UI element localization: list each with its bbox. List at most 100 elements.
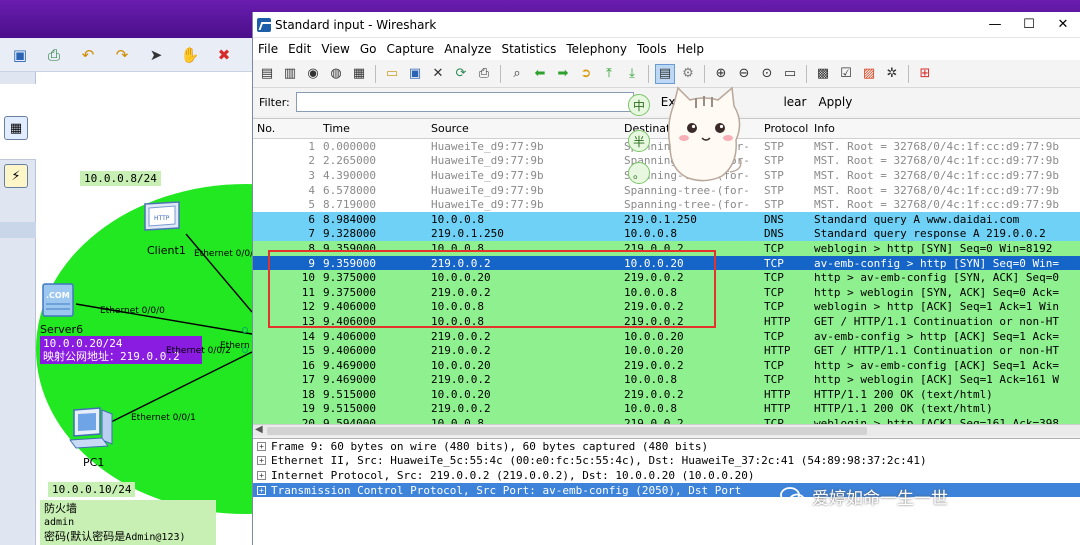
close-button[interactable]: ✕ [1046, 17, 1080, 32]
find-icon[interactable]: ⌕ [507, 64, 527, 84]
first-packet-icon[interactable]: ⤒ [599, 64, 619, 84]
menu-go[interactable]: Go [355, 42, 382, 56]
zoom-out-icon[interactable]: ⊖ [734, 64, 754, 84]
delete-icon[interactable]: ✖ [214, 45, 234, 65]
watermark-text: 爱婷如命一生一世 [812, 489, 948, 509]
print-file-icon[interactable]: ⎙ [474, 64, 494, 84]
restart-capture-icon[interactable]: ▦ [349, 64, 369, 84]
packet-protocol: TCP [764, 300, 784, 314]
start-capture-icon[interactable]: ◉ [303, 64, 323, 84]
packet-details[interactable]: + Frame 9: 60 bytes on wire (480 bits), 6… [253, 438, 1080, 545]
menu-view[interactable]: View [316, 42, 354, 56]
packet-row[interactable]: 16 9.469000 10.0.0.20 219.0.0.2 TCP http > av… [253, 357, 1080, 373]
packet-info: av-emb-config > http [ACK] Seq=1 Ack= [814, 329, 1060, 343]
firewall-name: 防火墙 [44, 502, 77, 515]
menu-statistics[interactable]: Statistics [496, 42, 561, 56]
subnet-top-label: 10.0.0.8/24 [80, 171, 161, 186]
packet-row[interactable]: 15 9.406000 219.0.0.2 10.0.0.20 HTTP GET / HT… [253, 343, 1080, 358]
resize-columns-icon[interactable]: ▭ [780, 64, 800, 84]
packet-row[interactable]: 18 9.515000 10.0.0.20 219.0.0.2 HTTP HTTP/1.1… [253, 387, 1080, 402]
col-info[interactable]: Info [810, 122, 1080, 135]
col-no[interactable]: No. [253, 122, 319, 135]
packet-source: 219.0.0.2 [431, 344, 491, 358]
go-back-icon[interactable]: ⬅ [530, 64, 550, 84]
packet-list-hscrollbar[interactable]: ◀ [253, 424, 1080, 436]
toolbar-separator [908, 64, 909, 83]
undo-icon[interactable]: ↶ [78, 45, 98, 65]
clear-button[interactable]: lear [780, 95, 809, 109]
scroll-thumb[interactable] [267, 427, 867, 435]
packet-row[interactable]: 6 8.984000 10.0.0.8 219.0.1.250 DNS Standard … [253, 211, 1080, 227]
menu-help[interactable]: Help [672, 42, 709, 56]
display-filters-icon[interactable]: ☑ [836, 64, 856, 84]
interfaces-icon[interactable]: ▤ [257, 64, 277, 84]
pc-device[interactable] [68, 406, 118, 455]
stop-capture-icon[interactable]: ◍ [326, 64, 346, 84]
wechat-icon [780, 486, 805, 506]
detail-row-selected[interactable]: + Transmission Control Protocol, Src Port… [253, 482, 1080, 498]
packet-time: 9.515000 [323, 402, 376, 416]
router-icon[interactable]: ▦ [4, 116, 28, 140]
detail-row[interactable]: + Frame 9: 60 bytes on wire (480 bits), 6… [253, 439, 1080, 454]
toolbar-separator [375, 64, 376, 83]
packet-protocol: HTTP [764, 344, 791, 358]
help-icon[interactable]: ⊞ [915, 64, 935, 84]
menu-capture[interactable]: Capture [381, 42, 439, 56]
preferences-icon[interactable]: ✲ [882, 64, 902, 84]
normal-size-icon[interactable]: ⊙ [757, 64, 777, 84]
coloring-rules-icon[interactable]: ▨ [859, 64, 879, 84]
toolbar-separator [704, 64, 705, 83]
save-icon[interactable]: ▣ [10, 45, 30, 65]
close-file-icon[interactable]: ✕ [428, 64, 448, 84]
menu-tools[interactable]: Tools [632, 42, 672, 56]
print-icon[interactable]: ⎙ [44, 45, 64, 65]
power-icon[interactable]: ⚡ [4, 164, 28, 188]
client-device[interactable]: HTTP [139, 200, 183, 243]
col-time[interactable]: Time [319, 122, 427, 135]
detail-row[interactable]: + Ethernet II, Src: HuaweiTe_5c:55:4c (00… [253, 454, 1080, 469]
expand-icon[interactable]: + [257, 485, 266, 495]
colorize-icon[interactable]: ▤ [655, 63, 675, 84]
packet-time: 9.515000 [323, 387, 376, 401]
packet-row[interactable]: 14 9.406000 219.0.0.2 10.0.0.20 TCP av-emb-co… [253, 328, 1080, 344]
capture-filters-icon[interactable]: ▩ [813, 64, 833, 84]
packet-row[interactable]: 7 9.328000 219.0.1.250 10.0.0.8 DNS Standard … [253, 226, 1080, 242]
packet-time: 6.578000 [323, 183, 376, 197]
zoom-in-icon[interactable]: ⊕ [711, 64, 731, 84]
detail-row[interactable]: + Internet Protocol, Src: 219.0.0.2 (219.… [253, 468, 1080, 483]
apply-button[interactable]: Apply [815, 95, 855, 109]
auto-scroll-icon[interactable]: ⚙ [678, 64, 698, 84]
toolbar-separator [806, 64, 807, 83]
menu-telephony[interactable]: Telephony [561, 42, 632, 56]
scroll-left-icon[interactable]: ◀ [255, 424, 263, 435]
expand-icon[interactable]: + [257, 456, 266, 466]
reload-icon[interactable]: ⟳ [451, 64, 471, 84]
capture-options-icon[interactable]: ▥ [280, 64, 300, 84]
go-forward-icon[interactable]: ➡ [553, 64, 573, 84]
pointer-icon[interactable]: ➤ [146, 45, 166, 65]
packet-row[interactable]: 5 8.719000 HuaweiTe_d9:77:9b Spanning-tree-… [253, 197, 1080, 212]
expand-icon[interactable]: + [257, 470, 266, 480]
packet-no: 7 [308, 227, 315, 241]
last-packet-icon[interactable]: ⤓ [622, 64, 642, 84]
menu-edit[interactable]: Edit [283, 42, 316, 56]
packet-row[interactable]: 19 9.515000 219.0.0.2 10.0.0.8 HTTP HTTP/1.1 … [253, 401, 1080, 417]
packet-time: 9.328000 [323, 227, 376, 241]
menu-analyze[interactable]: Analyze [439, 42, 496, 56]
minimize-button[interactable]: — [978, 17, 1012, 32]
server-device[interactable]: .COM [41, 282, 77, 323]
menu-file[interactable]: File [253, 42, 283, 56]
packet-row[interactable]: 17 9.469000 219.0.0.2 10.0.0.8 TCP http > web… [253, 372, 1080, 388]
expand-icon[interactable]: + [257, 441, 266, 451]
hand-icon[interactable]: ✋ [180, 45, 200, 65]
col-protocol[interactable]: Protocol [760, 122, 810, 135]
save-file-icon[interactable]: ▣ [405, 64, 425, 84]
topology-canvas[interactable]: 10.0.0.8/24 HTTP Client1 Ethernet 0/0/ .… [36, 72, 252, 545]
go-to-packet-icon[interactable]: ➲ [576, 64, 596, 84]
col-source[interactable]: Source [427, 122, 620, 135]
open-icon[interactable]: ▭ [382, 64, 402, 84]
packet-info: MST. Root = 32768/0/4c:1f:cc:d9:77:9b [814, 154, 1060, 168]
filter-input[interactable] [295, 92, 634, 112]
maximize-button[interactable]: ☐ [1012, 17, 1046, 32]
redo-icon[interactable]: ↷ [112, 45, 132, 65]
